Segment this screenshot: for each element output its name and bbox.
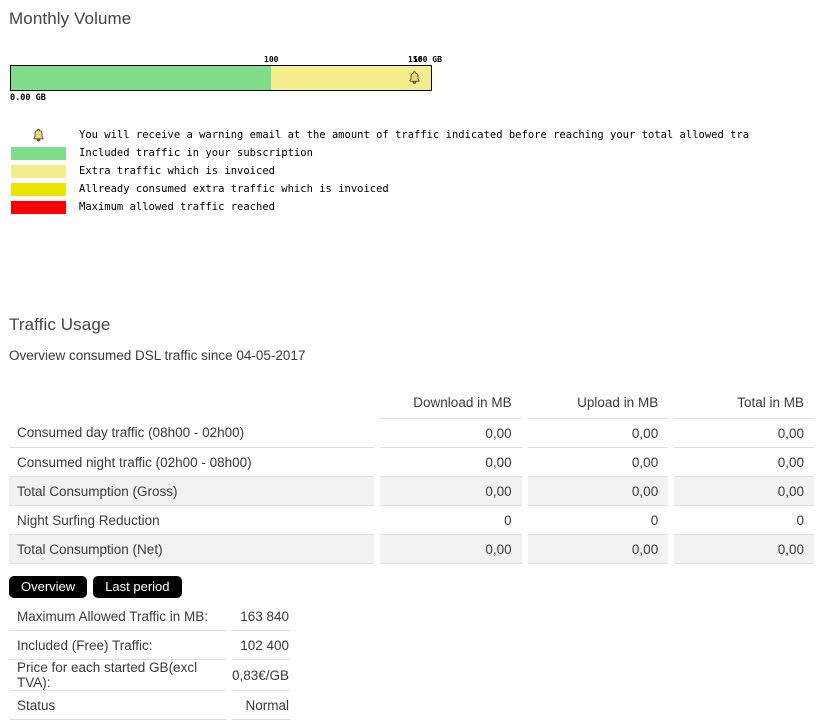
cell-download: 0	[373, 505, 525, 535]
info-row: Status Normal	[9, 690, 290, 720]
cell-total: 0,00	[668, 447, 814, 477]
row-label: Consumed day traffic (08h00 - 02h00)	[9, 418, 377, 448]
bar-tick-total: 160 GB	[413, 55, 442, 64]
table-row: Total Consumption (Net) 0,00 0,00 0,00	[9, 534, 814, 564]
info-value: 0,83€/GB	[225, 659, 290, 691]
legend-label: Allready consumed extra traffic which is…	[79, 183, 389, 195]
legend-label: Maximum allowed traffic reached	[79, 201, 275, 213]
cell-upload: 0,00	[521, 476, 672, 506]
table-row: Consumed day traffic (08h00 - 02h00) 0,00…	[9, 418, 814, 448]
column-header-total: Total in MB	[668, 390, 814, 419]
tab-last-period[interactable]: Last period	[93, 576, 182, 598]
bar-segment-extra	[271, 66, 431, 90]
cell-total: 0,00	[668, 476, 814, 506]
legend-item-included: Included traffic in your subscription	[10, 144, 822, 162]
traffic-usage-subtitle: Overview consumed DSL traffic since 04-0…	[9, 348, 306, 363]
legend: You will receive a warning email at the …	[10, 126, 822, 216]
legend-item-extra: Extra traffic which is invoiced	[10, 162, 822, 180]
info-row: Maximum Allowed Traffic in MB: 163 840	[9, 602, 290, 631]
cell-total: 0,00	[668, 534, 814, 564]
legend-label: Included traffic in your subscription	[79, 147, 313, 159]
table-header-row: Download in MB Upload in MB Total in MB	[9, 390, 814, 419]
info-row: Price for each started GB(excl TVA): 0,83…	[9, 659, 290, 691]
bell-icon	[10, 128, 66, 143]
legend-swatch-maximum	[10, 200, 66, 214]
info-label: Price for each started GB(excl TVA):	[9, 659, 229, 691]
cell-upload: 0,00	[521, 447, 672, 477]
legend-swatch-included	[10, 146, 66, 160]
cell-download: 0,00	[373, 447, 525, 477]
column-header-upload: Upload in MB	[521, 390, 672, 419]
page-title: Monthly Volume	[9, 9, 132, 28]
info-row: Included (Free) Traffic: 102 400	[9, 630, 290, 660]
legend-swatch-extra	[10, 164, 66, 178]
row-label: Total Consumption (Gross)	[9, 476, 377, 506]
tab-overview[interactable]: Overview	[9, 576, 88, 598]
bar-zero-label: 0.00 GB	[10, 93, 46, 103]
cell-upload: 0,00	[521, 534, 672, 564]
info-label: Maximum Allowed Traffic in MB:	[9, 602, 229, 631]
volume-progress-bar	[10, 65, 432, 91]
legend-item-consumed: Allready consumed extra traffic which is…	[10, 180, 822, 198]
info-label: Included (Free) Traffic:	[9, 630, 229, 660]
legend-item-maximum: Maximum allowed traffic reached	[10, 198, 822, 216]
row-label: Consumed night traffic (02h00 - 08h00)	[9, 447, 377, 477]
legend-label: You will receive a warning email at the …	[79, 129, 750, 141]
info-value: 102 400	[225, 630, 290, 660]
cell-download: 0,00	[373, 534, 525, 564]
cell-upload: 0	[521, 505, 672, 535]
bell-icon	[408, 71, 421, 86]
column-header-blank	[9, 390, 377, 419]
legend-swatch-consumed	[10, 182, 66, 196]
cell-upload: 0,00	[521, 418, 672, 448]
row-label: Total Consumption (Net)	[9, 534, 377, 564]
cell-total: 0,00	[668, 418, 814, 448]
subscription-info-table: Maximum Allowed Traffic in MB: 163 840 Inc…	[9, 602, 290, 720]
cell-download: 0,00	[373, 418, 525, 448]
legend-label: Extra traffic which is invoiced	[79, 165, 275, 177]
traffic-usage-title: Traffic Usage	[9, 315, 111, 334]
row-label: Night Surfing Reduction	[9, 505, 377, 535]
bar-tick-warning: 100	[264, 55, 279, 64]
table-row: Consumed night traffic (02h00 - 08h00) 0,…	[9, 447, 814, 477]
cell-download: 0,00	[373, 476, 525, 506]
table-row: Total Consumption (Gross) 0,00 0,00 0,00	[9, 476, 814, 506]
tab-bar: Overview Last period	[9, 576, 182, 598]
info-label: Status	[9, 690, 229, 720]
cell-total: 0	[668, 505, 814, 535]
traffic-usage-table: Download in MB Upload in MB Total in MB …	[9, 390, 814, 564]
volume-bar-container	[10, 65, 432, 91]
bar-segment-included	[11, 66, 272, 90]
info-value: 163 840	[225, 602, 290, 631]
legend-item-warning: You will receive a warning email at the …	[10, 126, 822, 144]
table-row: Night Surfing Reduction 0 0 0	[9, 505, 814, 535]
info-value: Normal	[225, 690, 290, 720]
column-header-download: Download in MB	[373, 390, 525, 419]
